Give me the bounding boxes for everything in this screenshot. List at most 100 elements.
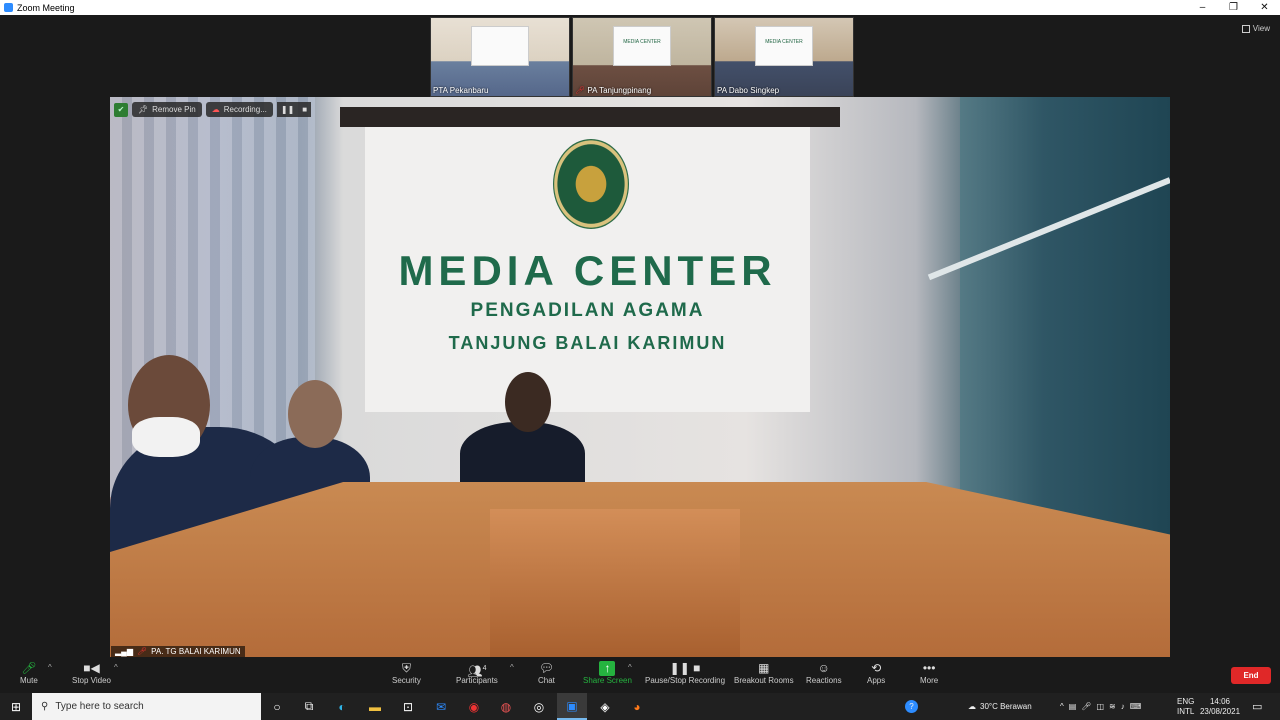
reactions-label: Reactions xyxy=(806,676,842,685)
participants-label: Participants xyxy=(456,676,498,685)
security-button[interactable]: ⛨ Security xyxy=(392,661,421,685)
person xyxy=(460,422,585,492)
close-button[interactable]: ✕ xyxy=(1249,0,1280,15)
audio-options-chevron-icon[interactable]: ^ xyxy=(48,663,52,672)
reactions-button[interactable]: ☺ Reactions xyxy=(806,661,842,685)
app-globe-icon[interactable]: ◎ xyxy=(524,693,554,720)
apps-button[interactable]: ⟲ Apps xyxy=(867,661,885,685)
person-head xyxy=(288,380,342,448)
clock[interactable]: 14:06 23/08/2021 xyxy=(1200,693,1240,720)
app-orange-icon[interactable]: ◍ xyxy=(491,693,521,720)
minimize-button[interactable]: – xyxy=(1187,0,1218,15)
keyboard-icon[interactable]: ⌨ xyxy=(1130,702,1142,711)
video-options-chevron-icon[interactable]: ^ xyxy=(114,663,118,672)
security-label: Security xyxy=(392,676,421,685)
taskbar-search[interactable]: ⚲ Type here to search xyxy=(32,693,261,720)
windows-start-icon[interactable]: ⊞ xyxy=(0,693,32,720)
main-video[interactable]: MEDIA CENTER PENGADILAN AGAMA TANJUNG BA… xyxy=(110,97,1170,657)
share-screen-label: Share Screen xyxy=(583,676,632,685)
participant-thumbnail[interactable]: MEDIA CENTER 🎤︎ PA Tanjungpinang xyxy=(572,17,712,97)
file-explorer-icon[interactable]: ▬ xyxy=(360,693,390,720)
recording-indicator: ☁ Recording... xyxy=(205,102,273,117)
app-red-icon[interactable]: ◉ xyxy=(459,693,489,720)
pause-stop-recording-button[interactable]: ❚❚ ■ Pause/Stop Recording xyxy=(645,661,725,685)
window-controls: – ❐ ✕ xyxy=(1187,0,1280,15)
zoom-taskbar-icon[interactable]: ▣ xyxy=(557,693,587,720)
security-tray-icon[interactable]: ◫ xyxy=(1096,702,1104,711)
participants-button[interactable]: 👥︎4 Participants xyxy=(456,661,498,685)
task-view-icon[interactable]: ⧉ xyxy=(294,693,324,720)
chat-label: Chat xyxy=(538,676,555,685)
app-photos-icon[interactable]: ◈ xyxy=(590,693,620,720)
more-button[interactable]: ••• More xyxy=(920,661,938,685)
view-button[interactable]: View xyxy=(1241,24,1270,33)
sign-line-2: TANJUNG BALAI KARIMUN xyxy=(448,333,727,353)
remove-pin-button[interactable]: 📌︎ Remove Pin xyxy=(132,102,202,117)
title-bar: Zoom Meeting – ❐ ✕ xyxy=(0,0,1280,15)
share-screen-icon: ↑ xyxy=(599,661,616,676)
participants-chevron-icon[interactable]: ^ xyxy=(510,663,514,672)
wall-frame xyxy=(340,107,840,127)
breakout-rooms-button[interactable]: ▦ Breakout Rooms xyxy=(734,661,794,685)
cortana-icon[interactable]: ○ xyxy=(262,693,292,720)
clock-date: 23/08/2021 xyxy=(1199,706,1241,716)
ellipsis-icon: ••• xyxy=(922,661,936,675)
participant-name-tag: ▂▄▆ 🎤︎ PA. TG BALAI KARIMUN xyxy=(111,646,245,657)
remove-pin-label: Remove Pin xyxy=(152,105,196,114)
participants-icon: 👥︎4 xyxy=(467,664,487,678)
video-camera-icon: ■◀ xyxy=(83,661,100,675)
system-tray-icons[interactable]: ^ ▤ 🎤︎ ◫ ≋ ♪ ⌨ xyxy=(1060,693,1141,720)
apps-label: Apps xyxy=(867,676,886,685)
muted-mic-icon: 🎤︎ xyxy=(575,86,588,95)
mute-button[interactable]: 🎤︎ Mute xyxy=(20,661,38,685)
shield-icon: ⛨ xyxy=(401,661,411,675)
help-icon[interactable]: ? xyxy=(905,693,918,720)
restore-button[interactable]: ❐ xyxy=(1218,0,1249,15)
thumbnail-strip: PTA Pekanbaru MEDIA CENTER 🎤︎ PA Tanjung… xyxy=(430,17,854,97)
sign-title: MEDIA CENTER xyxy=(398,247,777,294)
mic-tray-icon[interactable]: 🎤︎ xyxy=(1081,702,1091,711)
firefox-icon[interactable]: ◕ xyxy=(622,693,652,720)
language-indicator[interactable]: ENG INTL xyxy=(1177,693,1194,720)
recording-label: Recording... xyxy=(223,105,267,114)
recording-button-label: Pause/Stop Recording xyxy=(645,676,726,685)
share-options-chevron-icon[interactable]: ^ xyxy=(628,663,632,672)
wifi-icon[interactable]: ≋ xyxy=(1109,702,1116,711)
recording-controls: ❚❚ ■ xyxy=(276,102,312,117)
view-label: View xyxy=(1252,24,1270,33)
pause-recording-icon[interactable]: ❚❚ xyxy=(281,105,294,114)
thumbnail-board: MEDIA CENTER xyxy=(613,26,671,66)
network-icon[interactable]: ▤ xyxy=(1069,702,1077,711)
clock-time: 14:06 xyxy=(1209,696,1231,706)
recording-cloud-icon: ☁ xyxy=(211,105,220,114)
participant-thumbnail[interactable]: PTA Pekanbaru xyxy=(430,17,570,97)
chat-button[interactable]: 💬︎ Chat xyxy=(538,661,555,685)
windows-taskbar: ⊞ ⚲ Type here to search ○ ⧉ ◐ ▬ ⊡ ✉ ◉ ◍ … xyxy=(0,693,1280,720)
cloud-icon: ☁ xyxy=(968,702,976,711)
face-mask xyxy=(132,417,200,457)
participant-thumbnail[interactable]: MEDIA CENTER PA Dabo Singkep xyxy=(714,17,854,97)
volume-icon[interactable]: ♪ xyxy=(1121,702,1125,711)
participant-name: PA. TG BALAI KARIMUN xyxy=(151,647,241,656)
court-emblem xyxy=(553,139,629,229)
edge-browser-icon[interactable]: ◐ xyxy=(327,693,357,720)
mail-icon[interactable]: ✉ xyxy=(426,693,456,720)
breakout-rooms-icon: ▦ xyxy=(758,661,770,675)
meeting-toolbar: 🎤︎ Mute ^ ■◀ Stop Video ^ ⛨ Security 👥︎4… xyxy=(0,657,1280,693)
thumbnail-name: 🎤︎ PA Tanjungpinang xyxy=(575,86,651,95)
breakout-label: Breakout Rooms xyxy=(734,676,794,685)
person-head xyxy=(505,372,551,432)
store-icon[interactable]: ⊡ xyxy=(393,693,423,720)
chevron-up-icon[interactable]: ^ xyxy=(1060,702,1064,711)
stop-video-button[interactable]: ■◀ Stop Video xyxy=(72,661,111,685)
weather-widget[interactable]: ☁ 30°C Berawan xyxy=(968,693,1032,720)
thumbnail-name: PA Dabo Singkep xyxy=(717,86,780,95)
stop-video-label: Stop Video xyxy=(72,676,111,685)
thumbnail-name: PTA Pekanbaru xyxy=(433,86,489,95)
end-meeting-button[interactable]: End xyxy=(1231,667,1271,684)
share-screen-button[interactable]: ↑ Share Screen xyxy=(583,661,632,685)
video-overlay: ✔ 📌︎ Remove Pin ☁ Recording... ❚❚ ■ xyxy=(114,102,312,117)
notifications-icon[interactable]: ▭ xyxy=(1252,693,1262,720)
stop-recording-icon[interactable]: ■ xyxy=(302,105,307,114)
mute-label: Mute xyxy=(20,676,38,685)
